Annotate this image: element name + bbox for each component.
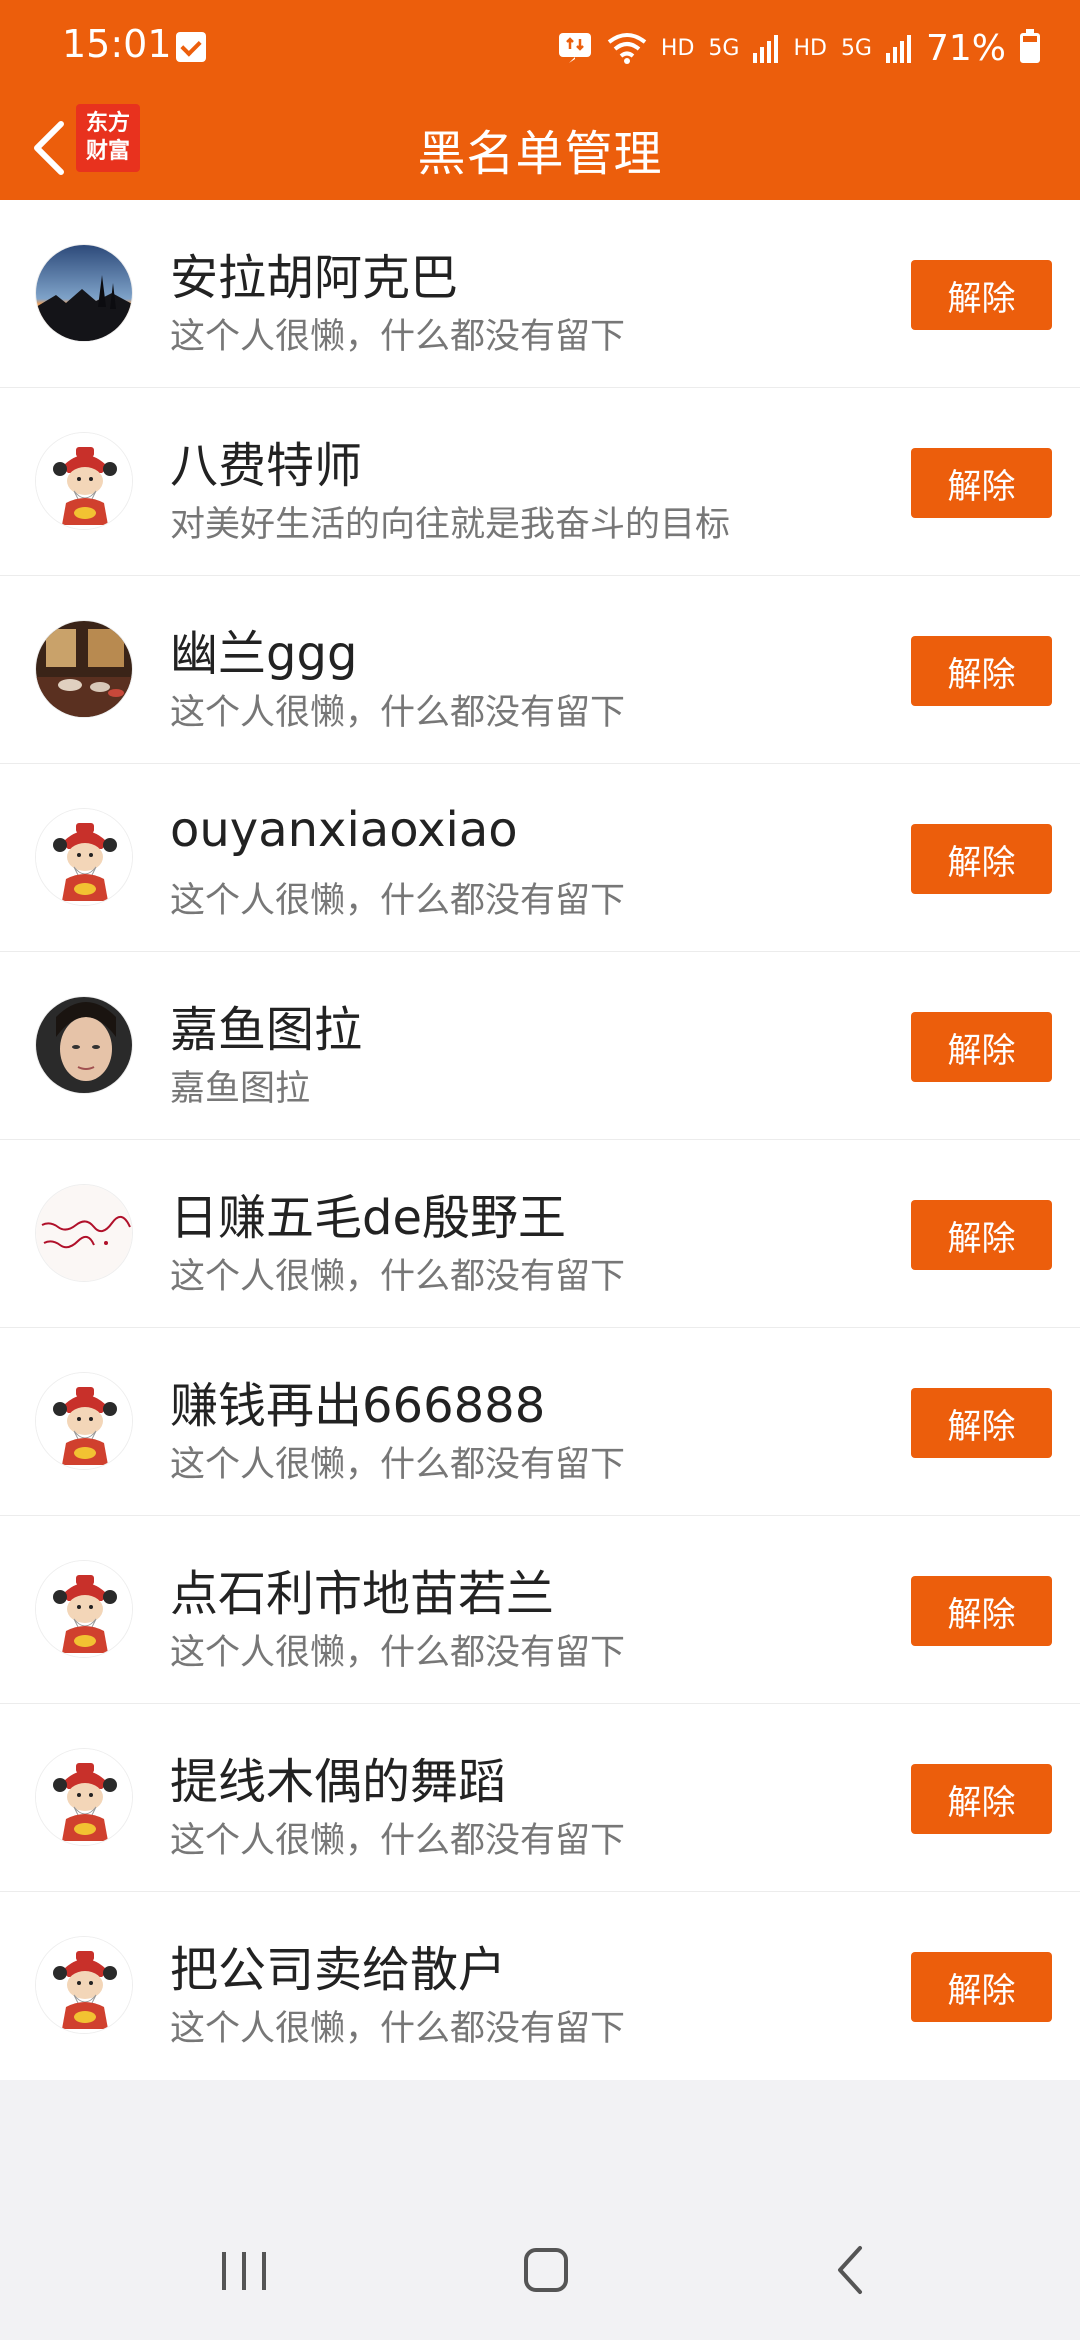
hd-label-2: HD [793,35,827,61]
hd-label-1: HD [660,35,695,61]
avatar[interactable] [35,996,133,1094]
blocked-user-row[interactable]: 日赚五毛de殷野王这个人很懒，什么都没有留下 解除 [0,1140,1080,1328]
user-name: 八费特师 [170,438,363,494]
data-transfer-icon [557,31,593,65]
system-back-button[interactable] [830,2244,870,2296]
page-title: 黑名单管理 [417,126,663,182]
network-label-1: 5G [708,35,740,61]
unblock-button[interactable]: 解除 [911,1200,1052,1270]
battery-icon [1020,29,1040,63]
unblock-button[interactable]: 解除 [911,824,1052,894]
user-bio: 这个人很懒，什么都没有留下 [170,693,626,733]
recents-button[interactable] [222,2252,268,2290]
user-name: 日赚五毛de殷野王 [170,1190,567,1246]
blocked-user-row[interactable]: 八费特师对美好生活的向往就是我奋斗的目标 解除 [0,388,1080,576]
unblock-button[interactable]: 解除 [911,1012,1052,1082]
unblock-button[interactable]: 解除 [911,1576,1052,1646]
signal-icon-1 [753,33,779,63]
blocked-user-row[interactable]: 嘉鱼图拉 嘉鱼图拉 解除 [0,952,1080,1140]
user-bio: 嘉鱼图拉 [170,1069,311,1109]
user-bio: 这个人很懒，什么都没有留下 [170,881,626,921]
user-name: 点石利市地苗若兰 [170,1566,555,1622]
signal-icon-2 [885,33,912,63]
blocked-user-row[interactable]: 把公司卖给散户这个人很懒，什么都没有留下 解除 [0,1892,1080,2080]
user-name: 把公司卖给散户 [170,1942,507,1998]
battery-percent: 71% [925,27,1006,69]
user-bio: 这个人很懒，什么都没有留下 [170,2009,626,2049]
user-name: ouyanxiaoxiao [170,802,518,858]
user-name: 幽兰ggg [170,626,358,682]
user-bio: 这个人很懒，什么都没有留下 [170,1257,626,1297]
unblock-button[interactable]: 解除 [911,448,1052,518]
avatar[interactable] [35,244,133,342]
user-bio: 这个人很懒，什么都没有留下 [170,317,626,357]
avatar[interactable] [35,620,133,718]
user-bio: 这个人很懒，什么都没有留下 [170,1633,626,1673]
status-icons: HD 5G HD 5G 71% [557,24,1040,72]
unblock-button[interactable]: 解除 [911,636,1052,706]
status-time: 15:01 [62,22,172,66]
unblock-button[interactable]: 解除 [911,260,1052,330]
system-nav-bar [0,2200,1080,2340]
top-bar: 15:01 HD 5G HD 5G 71% 东方 财富 黑名单管理 [0,0,1080,200]
user-bio: 这个人很懒，什么都没有留下 [170,1445,626,1485]
avatar[interactable] [35,1936,133,2034]
avatar[interactable] [35,1748,133,1846]
user-name: 嘉鱼图拉 [170,1002,363,1058]
avatar[interactable] [35,1184,133,1282]
status-bar: 15:01 HD 5G HD 5G 71% [0,0,1080,96]
avatar[interactable] [35,1372,133,1470]
wifi-icon [607,32,647,64]
blocked-user-row[interactable]: 赚钱再出666888 这个人很懒，什么都没有留下 解除 [0,1328,1080,1516]
notification-check-icon [176,32,206,62]
user-name: 赚钱再出666888 [170,1378,546,1434]
unblock-button[interactable]: 解除 [911,1952,1052,2022]
blocked-user-row[interactable]: 点石利市地苗若兰这个人很懒，什么都没有留下 解除 [0,1516,1080,1704]
avatar[interactable] [35,1560,133,1658]
home-button[interactable] [524,2248,568,2292]
avatar[interactable] [35,808,133,906]
network-label-2: 5G [840,35,872,61]
avatar[interactable] [35,432,133,530]
unblock-button[interactable]: 解除 [911,1388,1052,1458]
user-name: 提线木偶的舞蹈 [170,1754,507,1810]
blocked-user-list: 安拉胡阿克巴 这个人很懒，什么都没有留下 解除 八费特师 对美好生活的向往就是我奋斗的目… [0,200,1080,2080]
unblock-button[interactable]: 解除 [911,1764,1052,1834]
user-bio: 对美好生活的向往就是我奋斗的目标 [170,505,731,545]
user-name: 安拉胡阿克巴 [170,250,459,306]
chevron-left-icon [838,2246,862,2294]
blocked-user-row[interactable]: 安拉胡阿克巴这个人很懒，什么都没有留下 解除 [0,200,1080,388]
blocked-user-row[interactable]: 幽兰ggg 这个人很懒，什么都没有留下 解除 [0,576,1080,764]
user-bio: 这个人很懒，什么都没有留下 [170,1821,626,1861]
nav-bar: 东方 财富 黑名单管理 [0,96,1080,200]
blocked-user-row[interactable]: 提线木偶的舞蹈这个人很懒，什么都没有留下 解除 [0,1704,1080,1892]
blocked-user-row[interactable]: ouyanxiaoxiao 这个人很懒，什么都没有留下 解除 [0,764,1080,952]
